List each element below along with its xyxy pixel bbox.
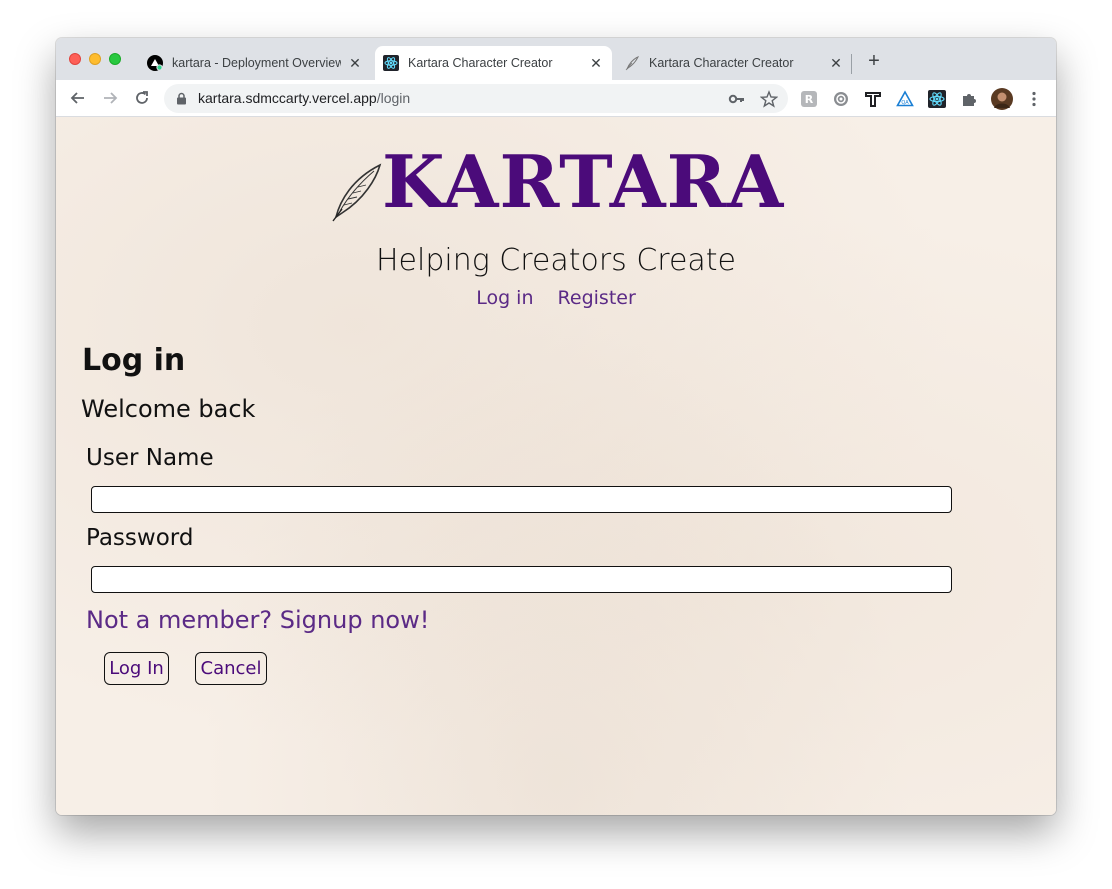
close-window-button[interactable] — [69, 53, 81, 65]
extension-t-icon[interactable] — [864, 90, 882, 108]
nav-register-link[interactable]: Register — [558, 287, 636, 309]
tab-title: kartara - Deployment Overview — [172, 56, 341, 70]
logo-text: KARTARA — [382, 139, 785, 224]
password-label: Password — [86, 525, 194, 551]
extension-r-icon[interactable]: R — [800, 90, 818, 108]
login-button[interactable]: Log In — [104, 652, 169, 685]
page-content: KARTARA Helping Creators Create Log in R… — [56, 117, 1056, 815]
page-title: Log in — [82, 343, 186, 378]
tab-deployment-overview[interactable]: kartara - Deployment Overview ✕ — [139, 46, 371, 80]
puzzle-icon[interactable] — [960, 90, 978, 108]
tab-separator — [851, 54, 852, 74]
address-bar[interactable]: kartara.sdmccarty.vercel.app/login — [164, 84, 788, 113]
tab-strip: kartara - Deployment Overview ✕ Kartara … — [56, 38, 1056, 80]
extension-gear-icon[interactable] — [832, 90, 850, 108]
signup-link[interactable]: Not a member? Signup now! — [86, 606, 429, 634]
tagline: Helping Creators Create — [375, 243, 737, 278]
password-input[interactable] — [91, 566, 952, 593]
svg-text:QA: QA — [901, 100, 909, 106]
nav-login-link[interactable]: Log in — [476, 287, 533, 309]
cancel-button[interactable]: Cancel — [195, 652, 267, 685]
browser-toolbar: kartara.sdmccarty.vercel.app/login R QA — [56, 80, 1056, 117]
lock-icon — [176, 92, 187, 110]
maximize-window-button[interactable] — [109, 53, 121, 65]
close-icon[interactable]: ✕ — [588, 55, 604, 71]
url-text: kartara.sdmccarty.vercel.app/login — [198, 90, 411, 106]
tab-kartara-active[interactable]: Kartara Character Creator ✕ — [375, 46, 612, 80]
avatar[interactable] — [991, 88, 1013, 110]
vercel-icon — [147, 55, 163, 71]
close-icon[interactable]: ✕ — [347, 55, 363, 71]
star-icon[interactable] — [760, 90, 778, 108]
tab-title: Kartara Character Creator — [649, 56, 794, 70]
menu-dots-icon[interactable] — [1025, 90, 1043, 108]
browser-window: kartara - Deployment Overview ✕ Kartara … — [56, 38, 1056, 815]
quill-icon — [332, 163, 382, 222]
svg-text:R: R — [805, 93, 814, 106]
tab-title: Kartara Character Creator — [408, 56, 553, 70]
quill-icon — [624, 55, 640, 71]
react-devtools-icon[interactable] — [928, 90, 946, 108]
top-nav: Log in Register — [56, 287, 1056, 309]
site-logo[interactable]: KARTARA — [330, 139, 800, 231]
key-icon[interactable] — [728, 90, 746, 108]
username-label: User Name — [86, 445, 214, 471]
react-icon — [383, 55, 399, 71]
minimize-window-button[interactable] — [89, 53, 101, 65]
username-input[interactable] — [91, 486, 952, 513]
welcome-text: Welcome back — [81, 395, 256, 423]
forward-icon[interactable] — [100, 88, 120, 108]
extension-triangle-icon[interactable]: QA — [896, 90, 914, 108]
tab-kartara-second[interactable]: Kartara Character Creator ✕ — [616, 46, 852, 80]
close-icon[interactable]: ✕ — [828, 55, 844, 71]
reload-icon[interactable] — [132, 88, 152, 108]
new-tab-button[interactable]: + — [864, 51, 884, 71]
back-icon[interactable] — [68, 88, 88, 108]
